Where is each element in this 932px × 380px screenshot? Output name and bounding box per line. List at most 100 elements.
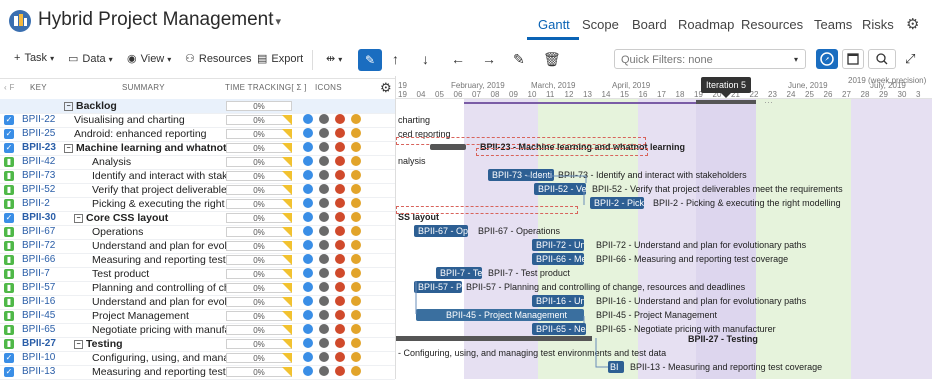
- outdent-button[interactable]: ←: [451, 51, 465, 67]
- data-menu-button[interactable]: ▭ Data ▾: [68, 52, 113, 65]
- gear-icon[interactable]: ⚙: [906, 15, 919, 33]
- column-header-time-tracking[interactable]: TIME TRACKING[ Σ ]: [225, 83, 307, 92]
- tab-scope[interactable]: Scope: [582, 17, 619, 32]
- issue-key[interactable]: BPII-2: [22, 198, 50, 209]
- issue-key[interactable]: BPII-10: [22, 352, 55, 363]
- tab-risks[interactable]: Risks: [862, 17, 894, 32]
- issue-summary-text: Planning and controlling of cha: [92, 282, 236, 294]
- collapse-toggle-icon[interactable]: −: [74, 339, 83, 349]
- warning-icon: [351, 170, 361, 180]
- table-row[interactable]: ▮ BPII-27− Testing 0%: [0, 337, 395, 352]
- assignee-icon: [319, 268, 329, 278]
- quick-filters-select[interactable]: Quick Filters: none: [614, 49, 806, 69]
- table-row[interactable]: ▮ BPII-57 Planning and controlling of cha 0…: [0, 281, 395, 296]
- issue-key[interactable]: BPII-23: [22, 142, 56, 153]
- table-row[interactable]: − Backlog 0%: [0, 99, 395, 114]
- move-down-button[interactable]: ↓: [422, 51, 429, 67]
- issue-key[interactable]: BPII-16: [22, 296, 55, 307]
- issue-key[interactable]: BPII-67: [22, 226, 55, 237]
- columns-menu-button[interactable]: ⇹ ▾: [326, 52, 342, 65]
- column-header-icons[interactable]: ICONS: [315, 83, 342, 92]
- issue-summary-text: Understand and plan for evolut: [92, 296, 236, 308]
- table-row[interactable]: ▮ BPII-45 Project Management 0%: [0, 309, 395, 324]
- collapse-toggle-icon[interactable]: −: [64, 143, 73, 153]
- resources-button[interactable]: ⚇ Resources: [185, 52, 251, 65]
- chevron-down-icon: ▾: [108, 55, 113, 64]
- tab-teams[interactable]: Teams: [814, 17, 852, 32]
- export-button[interactable]: ▤ Export: [257, 52, 303, 65]
- tab-board[interactable]: Board: [632, 17, 667, 32]
- issue-key[interactable]: BPII-72: [22, 240, 55, 251]
- assignee-icon: [319, 240, 329, 250]
- table-row[interactable]: ✓ BPII-22 Visualising and charting 0%: [0, 113, 395, 128]
- view-menu-button[interactable]: ◉ View ▾: [127, 52, 171, 65]
- table-row[interactable]: ▮ BPII-42 Analysis 0%: [0, 155, 395, 170]
- issue-key[interactable]: BPII-27: [22, 338, 56, 349]
- issue-key[interactable]: BPII-22: [22, 114, 55, 125]
- tab-roadmap[interactable]: Roadmap: [678, 17, 734, 32]
- row-icons: [303, 366, 367, 378]
- compass-button[interactable]: [816, 49, 838, 69]
- gear-icon[interactable]: ⚙: [380, 80, 392, 96]
- column-header-key[interactable]: KEY: [30, 83, 47, 92]
- table-row[interactable]: ▮ BPII-73 Identify and interact with stake…: [0, 169, 395, 184]
- issue-key[interactable]: BPII-7: [22, 268, 50, 279]
- issue-key[interactable]: BPII-66: [22, 254, 55, 265]
- table-row[interactable]: ▮ BPII-66 Measuring and reporting test c 0%: [0, 253, 395, 268]
- issue-summary-text: Understand and plan for evolut: [92, 240, 236, 252]
- table-row[interactable]: ▮ BPII-2 Picking & executing the right mod…: [0, 197, 395, 212]
- issue-summary-text: Analysis: [92, 156, 132, 168]
- estimate-flag-icon: [282, 115, 292, 125]
- fullscreen-icon[interactable]: ⤢: [905, 51, 915, 67]
- warning-icon: [351, 282, 361, 292]
- table-row[interactable]: ✓ BPII-10 Configuring, using, and manag 0%: [0, 351, 395, 366]
- story-type-icon: ▮: [4, 241, 14, 251]
- estimate-flag-icon: [282, 157, 292, 167]
- table-row[interactable]: ✓ BPII-25 Android: enhanced reporting 0%: [0, 127, 395, 142]
- issue-summary-text: Operations: [92, 226, 144, 238]
- issue-summary-text: Test product: [92, 268, 150, 280]
- collapse-toggle-icon[interactable]: −: [64, 101, 73, 111]
- status-icon: [303, 212, 313, 222]
- issue-key[interactable]: BPII-52: [22, 184, 55, 195]
- table-row[interactable]: ▮ BPII-67 Operations 0%: [0, 225, 395, 240]
- row-icons: [303, 240, 367, 252]
- table-row[interactable]: ▮ BPII-7 Test product 0%: [0, 267, 395, 282]
- issue-key[interactable]: BPII-13: [22, 366, 55, 377]
- edit-mode-button[interactable]: ✎: [358, 49, 382, 71]
- move-up-button[interactable]: ↑: [392, 51, 399, 67]
- app-title[interactable]: Hybrid Project Management ▾: [38, 9, 281, 31]
- table-row[interactable]: ✓ BPII-13 Measuring and reporting test c 0%: [0, 365, 395, 380]
- calendar-button[interactable]: [842, 49, 864, 69]
- issue-key[interactable]: BPII-57: [22, 282, 55, 293]
- app-title-caret-icon: ▾: [275, 16, 282, 28]
- table-row[interactable]: ▮ BPII-16 Understand and plan for evolut 0%: [0, 295, 395, 310]
- resources-label: Resources: [198, 53, 252, 65]
- column-header-summary[interactable]: SUMMARY: [122, 83, 165, 92]
- table-row[interactable]: ✓ BPII-30− Core CSS layout 0%: [0, 211, 395, 226]
- tab-gantt[interactable]: Gantt: [538, 17, 570, 32]
- issue-key[interactable]: BPII-45: [22, 310, 55, 321]
- collapse-toggle-icon[interactable]: −: [74, 213, 83, 223]
- indent-button[interactable]: →: [482, 51, 496, 67]
- edit-button[interactable]: ✎: [513, 51, 525, 68]
- issue-key[interactable]: BPII-65: [22, 324, 55, 335]
- issue-key[interactable]: BPII-25: [22, 128, 55, 139]
- users-icon: ⚇: [185, 53, 195, 65]
- table-row[interactable]: ▮ BPII-52 Verify that project deliverables…: [0, 183, 395, 198]
- table-row[interactable]: ✓ BPII-23− Machine learning and whatnot le…: [0, 141, 395, 156]
- table-row[interactable]: ▮ BPII-65 Negotiate pricing with manufac 0%: [0, 323, 395, 338]
- estimate-flag-icon: [282, 199, 292, 209]
- issue-key[interactable]: BPII-30: [22, 212, 56, 223]
- status-icon: [303, 282, 313, 292]
- issue-key[interactable]: BPII-73: [22, 170, 55, 181]
- tab-resources[interactable]: Resources: [741, 17, 803, 32]
- warning-icon: [351, 296, 361, 306]
- delete-button[interactable]: 🗑: [543, 51, 561, 68]
- collapse-grid-icon[interactable]: ‹ F: [4, 83, 15, 92]
- estimate-flag-icon: [282, 255, 292, 265]
- issue-key[interactable]: BPII-42: [22, 156, 55, 167]
- table-row[interactable]: ▮ BPII-72 Understand and plan for evolut 0%: [0, 239, 395, 254]
- task-menu-button[interactable]: + Task ▾: [14, 52, 54, 64]
- search-button[interactable]: [868, 49, 896, 69]
